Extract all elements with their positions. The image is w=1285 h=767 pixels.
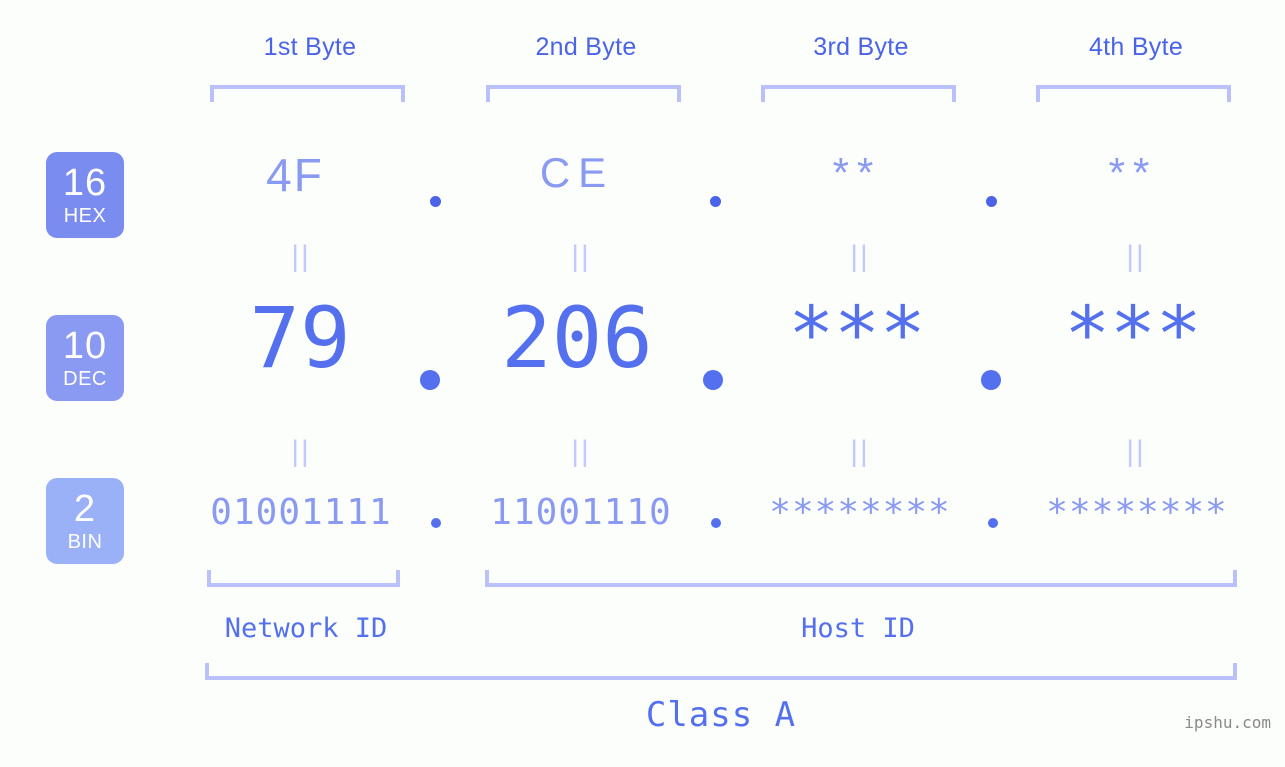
ip-address-breakdown-diagram: 1st Byte 2nd Byte 3rd Byte 4th Byte 16 H… [0,0,1285,767]
host-id-bracket [485,570,1237,587]
network-id-label: Network ID [224,613,388,644]
class-bracket [205,663,1237,680]
equals-marker-dec-bin-3: || [850,435,870,468]
hex-value-2: CE [539,149,615,196]
equals-marker-hex-dec-2: || [571,240,591,273]
host-id-label: Host ID [801,613,915,644]
base-badge-hex-name: HEX [63,205,107,227]
byte-bracket-top-4 [1036,85,1231,102]
hex-value-3: ** [832,149,882,196]
hex-value-1: 4F [266,149,324,201]
byte-header-3: 3rd Byte [813,33,909,61]
base-badge-dec-name: DEC [63,368,107,390]
equals-marker-hex-dec-1: || [291,240,311,273]
base-badge-bin-number: 2 [73,488,97,530]
equals-marker-hex-dec-4: || [1126,240,1146,273]
base-badge-hex-number: 16 [62,162,108,204]
dec-value-4: *** [1064,289,1202,378]
bin-value-2: 11001110 [490,492,672,533]
base-badge-dec-number: 10 [62,325,108,367]
equals-marker-dec-bin-1: || [291,435,311,468]
bin-value-4: ******** [1046,492,1228,533]
bin-value-3: ******** [769,492,951,533]
dec-value-1: 79 [249,289,351,387]
equals-marker-hex-dec-3: || [850,240,870,273]
equals-marker-dec-bin-4: || [1126,435,1146,468]
dec-separator-dot-3 [981,370,1001,390]
hex-value-4: ** [1108,149,1158,196]
bin-value-1: 01001111 [210,492,392,533]
base-badge-dec: 10 DEC [46,315,124,401]
class-label: Class A [645,695,797,735]
dec-value-2: 206 [501,289,653,387]
bin-separator-dot-2 [711,518,721,528]
base-badge-bin-name: BIN [67,531,103,553]
equals-marker-dec-bin-2: || [571,435,591,468]
dec-value-3: *** [788,289,926,378]
bin-separator-dot-3 [988,518,998,528]
hex-separator-dot-2 [710,196,721,207]
hex-separator-dot-3 [986,196,997,207]
network-id-bracket [207,570,400,587]
dec-separator-dot-1 [420,370,440,390]
byte-header-1: 1st Byte [263,33,357,61]
base-badge-bin: 2 BIN [46,478,124,564]
base-badge-hex: 16 HEX [46,152,124,238]
byte-bracket-top-1 [210,85,405,102]
bin-separator-dot-1 [431,518,441,528]
byte-header-2: 2nd Byte [535,33,637,61]
byte-bracket-top-2 [486,85,681,102]
watermark: ipshu.com [1184,713,1271,732]
dec-separator-dot-2 [703,370,723,390]
byte-bracket-top-3 [761,85,956,102]
byte-header-4: 4th Byte [1088,33,1184,61]
hex-separator-dot-1 [430,196,441,207]
